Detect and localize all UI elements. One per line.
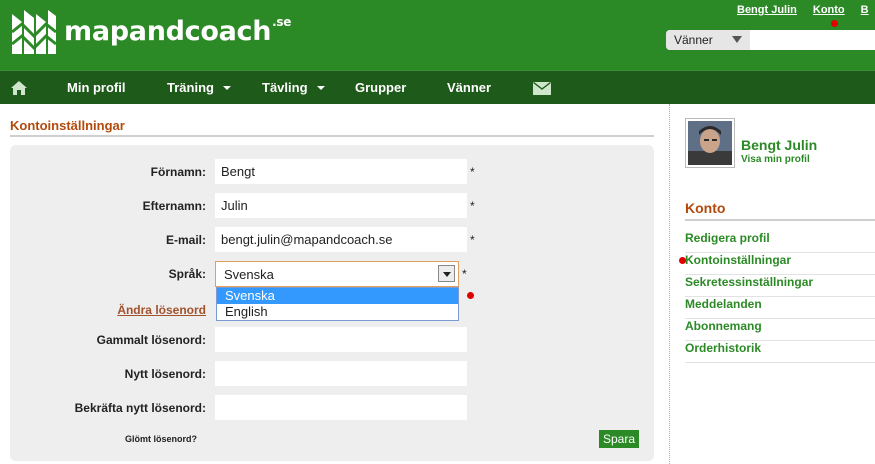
nav-vanner[interactable]: Vänner: [447, 80, 491, 95]
cursor-marker: [679, 257, 686, 264]
sidebar-item-subscriptions[interactable]: Abonnemang: [685, 319, 875, 341]
site-header: mapandcoach.se Bengt Julin Konto B Vänner: [0, 0, 875, 70]
top-links: Bengt Julin Konto B: [737, 4, 875, 16]
search-filter-select[interactable]: Vänner: [666, 30, 750, 50]
sidebar-divider: [669, 104, 670, 464]
brand-name[interactable]: mapandcoach.se: [64, 15, 292, 47]
required-marker: *: [470, 233, 475, 247]
sidebar-item-privacy-settings[interactable]: Sekretessinställningar: [685, 275, 875, 297]
page-title: Kontoinställningar: [10, 118, 125, 133]
page-root: mapandcoach.se Bengt Julin Konto B Vänner …: [0, 0, 875, 464]
nav-label: Min profil: [67, 80, 126, 95]
nav-tavling[interactable]: Tävling: [262, 80, 325, 95]
first-name-field[interactable]: Bengt: [215, 159, 467, 184]
required-marker: *: [462, 267, 467, 281]
nav-grupper[interactable]: Grupper: [355, 80, 406, 95]
new-password-field[interactable]: [215, 361, 467, 386]
last-name-label: Efternamn:: [142, 199, 206, 213]
confirm-password-field[interactable]: [215, 395, 467, 420]
top-link-user[interactable]: Bengt Julin: [737, 4, 797, 16]
language-option-svenska[interactable]: Svenska: [217, 288, 458, 304]
main-nav: Min profil Träning Tävling Grupper Vänne…: [0, 70, 875, 104]
user-name[interactable]: Bengt Julin: [741, 137, 817, 153]
sidebar-item-account-settings[interactable]: Kontoinställningar: [685, 253, 875, 275]
cursor-marker: [467, 292, 474, 299]
sidebar-item-messages[interactable]: Meddelanden: [685, 297, 875, 319]
nav-min-profil[interactable]: Min profil: [67, 80, 126, 95]
save-button[interactable]: Spara: [599, 430, 639, 448]
confirm-password-label: Bekräfta nytt lösenord:: [74, 401, 206, 415]
top-link-konto[interactable]: Konto: [813, 4, 845, 16]
sidebar-item-edit-profile[interactable]: Redigera profil: [685, 231, 875, 253]
chevron-down-icon: [732, 36, 742, 43]
required-marker: *: [470, 199, 475, 213]
top-link-more[interactable]: B: [861, 4, 869, 16]
search-filter-value: Vänner: [674, 33, 713, 47]
old-password-field[interactable]: [215, 327, 467, 352]
required-marker: *: [470, 165, 475, 179]
caret-down-icon: [316, 85, 325, 90]
language-dropdown-list: Svenska English: [216, 287, 459, 321]
nav-traning[interactable]: Träning: [167, 80, 231, 95]
language-select-value: Svenska: [224, 267, 274, 282]
language-option-english[interactable]: English: [217, 304, 458, 320]
konto-heading: Konto: [685, 200, 726, 216]
cursor-marker: [831, 20, 838, 27]
last-name-field[interactable]: Julin: [215, 193, 467, 218]
brand-text: mapandcoach: [64, 16, 272, 47]
home-icon[interactable]: [10, 80, 28, 96]
chevron-down-icon: [443, 272, 451, 277]
avatar-photo: [688, 121, 732, 165]
caret-down-icon: [222, 85, 231, 90]
email-field[interactable]: bengt.julin@mapandcoach.se: [215, 227, 467, 252]
avatar[interactable]: [685, 118, 735, 168]
language-label: Språk:: [168, 267, 206, 281]
first-name-label: Förnamn:: [150, 165, 206, 179]
email-label: E-mail:: [165, 233, 206, 247]
old-password-label: Gammalt lösenord:: [96, 333, 206, 347]
sidebar-item-order-history[interactable]: Orderhistorik: [685, 341, 875, 363]
konto-divider: [685, 219, 875, 221]
forgot-password-link[interactable]: Glömt lösenord?: [125, 434, 197, 444]
view-profile-link[interactable]: Visa min profil: [741, 154, 810, 165]
brand-suffix: .se: [272, 15, 292, 29]
nav-label: Tävling: [262, 80, 308, 95]
mail-icon[interactable]: [533, 82, 551, 95]
language-select[interactable]: Svenska: [215, 261, 459, 287]
nav-label: Vänner: [447, 80, 492, 95]
search-bar[interactable]: Vänner: [666, 30, 875, 50]
change-password-link[interactable]: Ändra lösenord: [117, 303, 206, 317]
title-divider: [10, 135, 654, 137]
logo-icon[interactable]: [10, 10, 58, 54]
dropdown-button[interactable]: [438, 265, 455, 282]
new-password-label: Nytt lösenord:: [124, 367, 206, 381]
nav-label: Träning: [167, 80, 214, 95]
nav-label: Grupper: [355, 80, 407, 95]
